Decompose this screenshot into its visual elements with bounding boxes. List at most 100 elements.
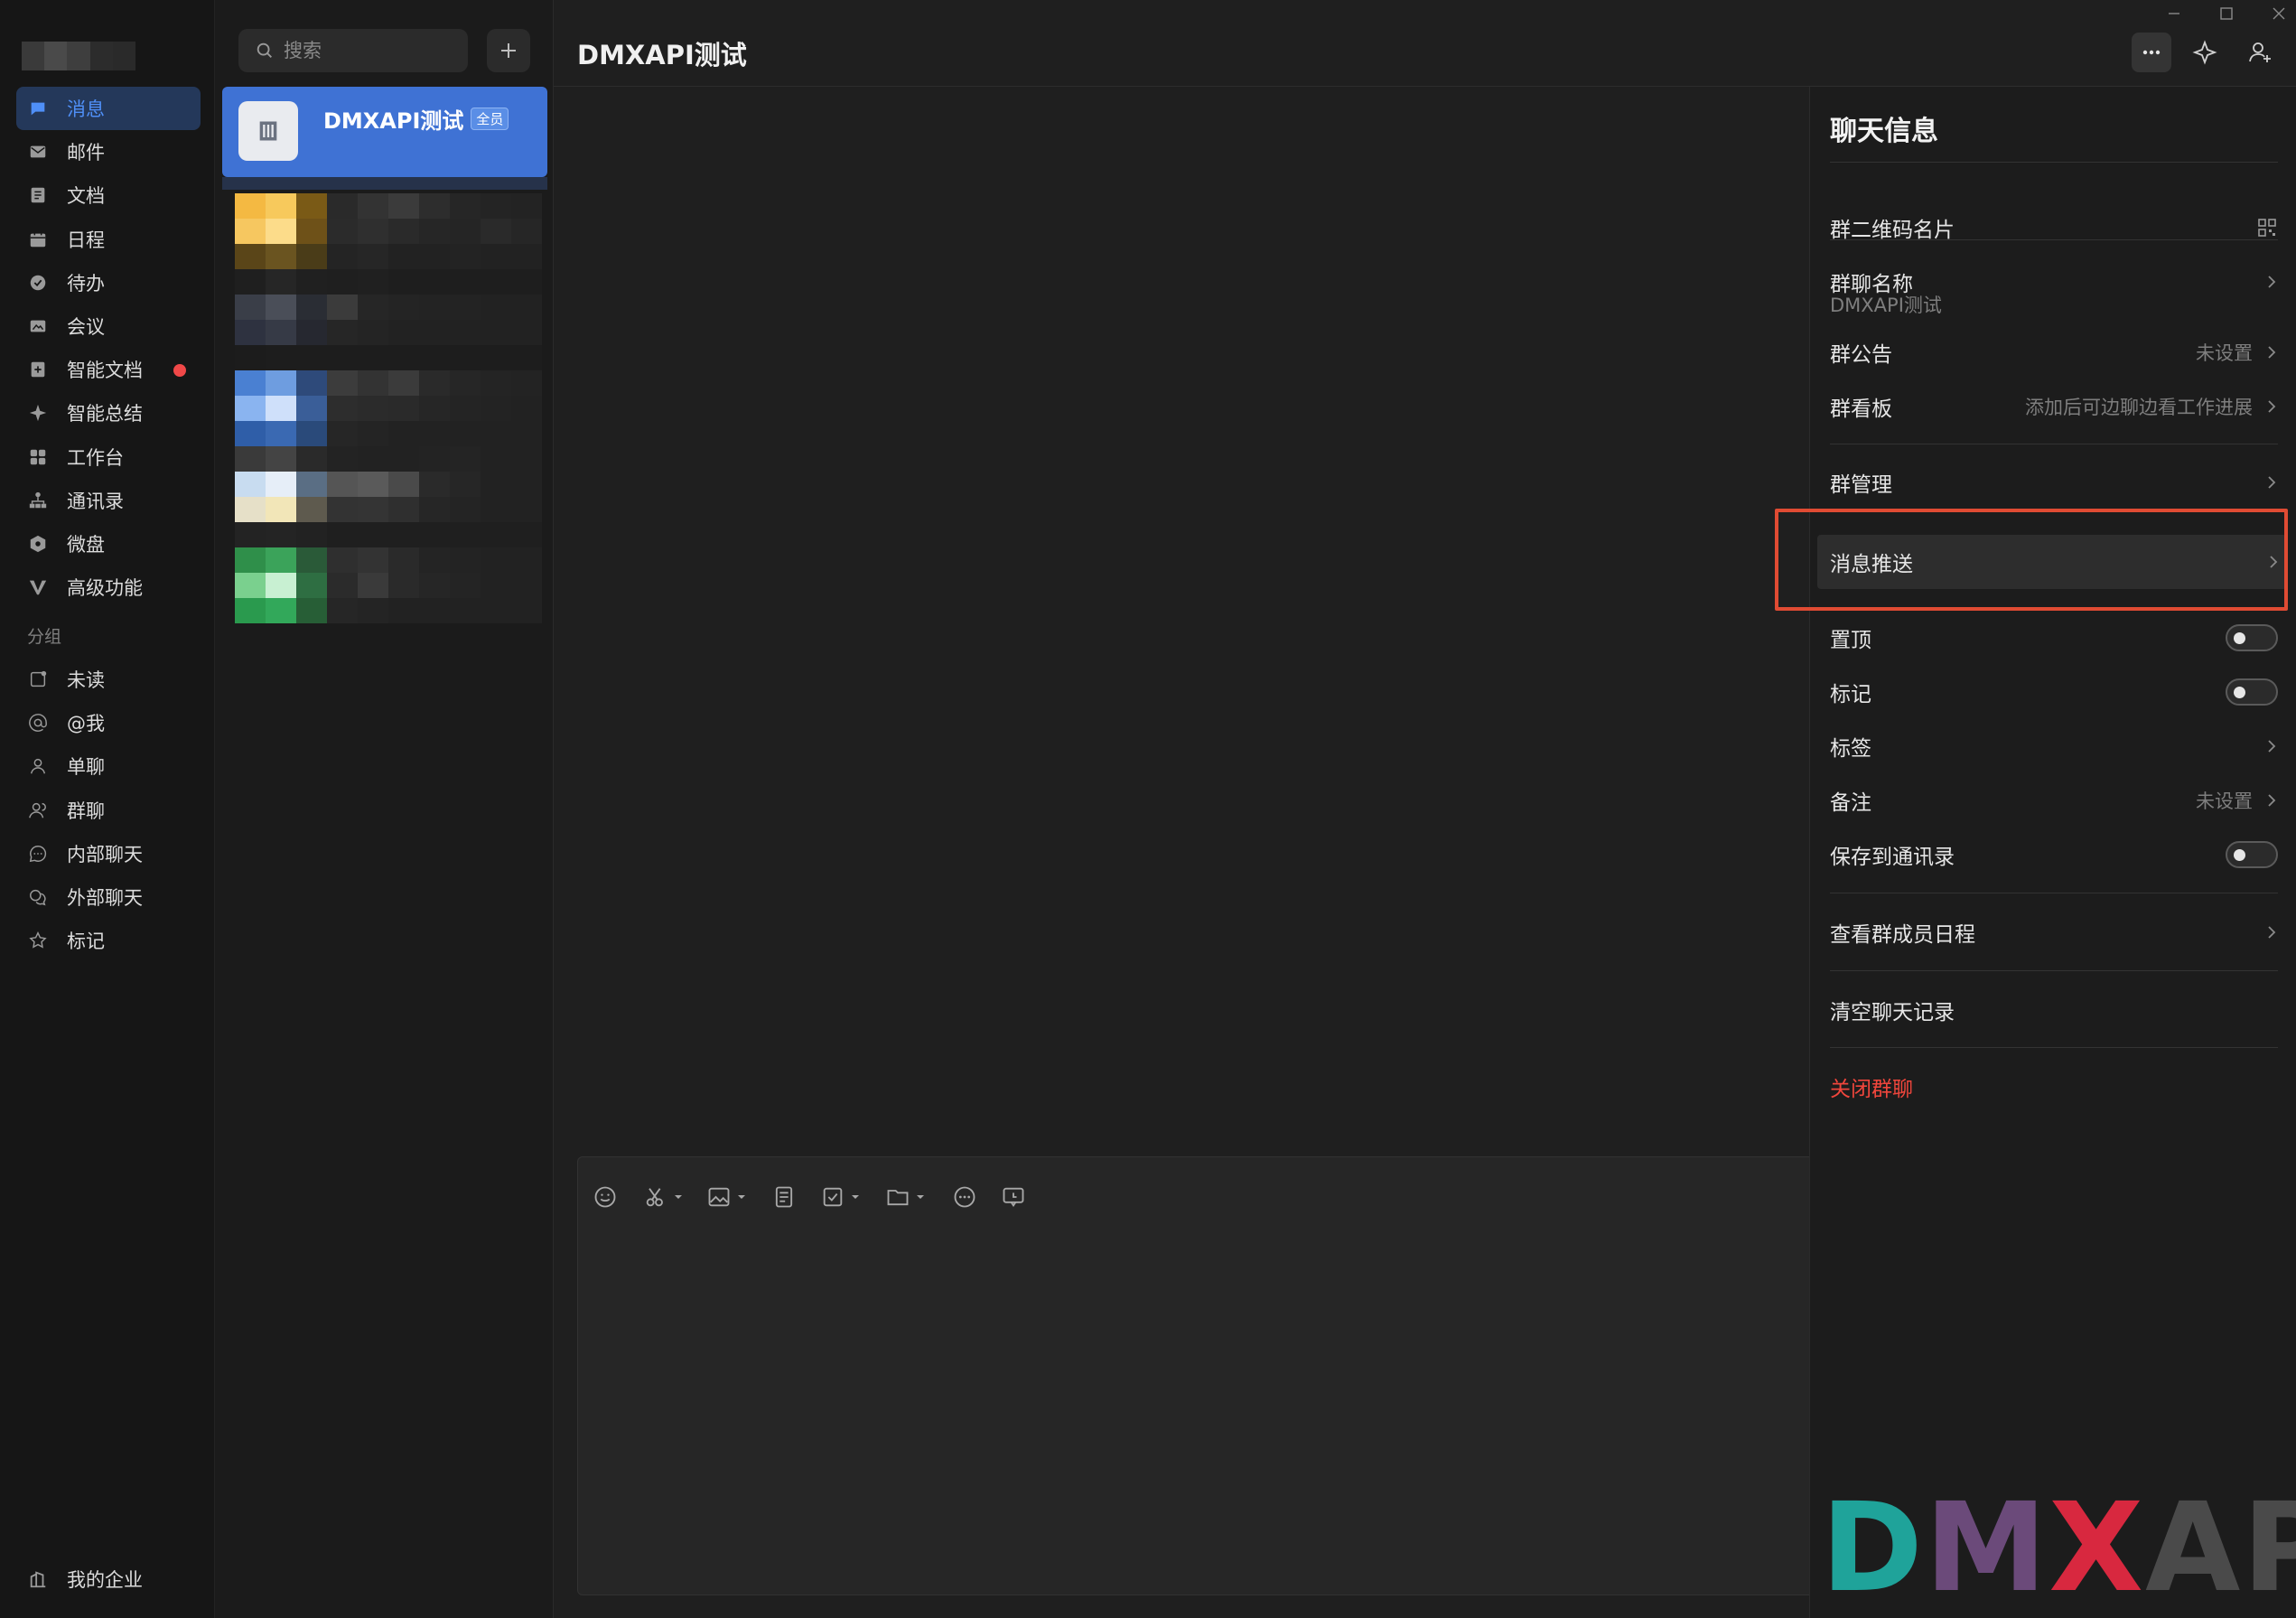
- announcement-value: 未设置: [2196, 342, 2253, 364]
- search-input[interactable]: [284, 40, 455, 61]
- minimize-icon[interactable]: [2166, 5, 2182, 22]
- more-options-button[interactable]: [2132, 33, 2171, 72]
- nav-item-label: 微盘: [67, 534, 105, 556]
- nav-item-mail[interactable]: 邮件: [16, 130, 201, 173]
- doc-button[interactable]: [771, 1183, 797, 1211]
- blurred-pixel: [358, 345, 388, 370]
- blurred-pixel: [358, 522, 388, 547]
- blurred-pixel: [235, 421, 266, 446]
- nav-item-document[interactable]: 文档: [16, 173, 201, 217]
- ai-assistant-button[interactable]: [2185, 33, 2225, 72]
- history-icon: [1003, 1187, 1024, 1208]
- add-member-button[interactable]: [2240, 33, 2280, 72]
- nav-item-unread[interactable]: 未读: [16, 658, 201, 701]
- nav-item-check-circle[interactable]: 待办: [16, 261, 201, 304]
- member-schedule-row[interactable]: 查看群成员日程: [1830, 907, 2278, 958]
- blurred-pixel: [419, 244, 450, 269]
- remark-value: 未设置: [2196, 790, 2253, 812]
- nav-item-label: 内部聊天: [67, 843, 143, 865]
- nav-item-enterprise[interactable]: 我的企业: [16, 1557, 201, 1601]
- nav-item-grid[interactable]: 工作台: [16, 435, 201, 479]
- board-row[interactable]: 群看板 添加后可边聊边看工作进展: [1830, 381, 2278, 432]
- group-icon: [27, 800, 49, 821]
- left-navigation: 消息 邮件 文档 日程 待办 会议 智能文档 智能总结 工作台 通讯录 微盘 高级功能 分组 未读 @我…: [0, 0, 215, 1618]
- nav-item-v[interactable]: 高级功能: [16, 566, 201, 609]
- nav-item-external-chat[interactable]: 外部聊天: [16, 875, 201, 919]
- nav-item-label: 高级功能: [67, 577, 143, 600]
- clear-history-row[interactable]: 清空聊天记录: [1830, 985, 2278, 1035]
- caret-down-icon: [738, 1195, 745, 1199]
- nav-item-at[interactable]: @我: [16, 701, 201, 744]
- save-contacts-toggle[interactable]: [2226, 841, 2278, 868]
- org-chart-icon: [27, 490, 49, 511]
- blurred-pixel: [511, 320, 542, 345]
- todo-button[interactable]: [820, 1183, 860, 1211]
- blurred-preview: [222, 177, 547, 190]
- maximize-icon[interactable]: [2218, 5, 2235, 22]
- all-members-tag: 全员: [471, 108, 509, 130]
- group-avatar: [238, 101, 298, 161]
- blurred-pixel: [481, 446, 511, 472]
- grid-icon: [27, 446, 49, 468]
- blurred-pixel: [511, 269, 542, 295]
- more-button[interactable]: [952, 1183, 977, 1211]
- blurred-pixel: [388, 472, 419, 497]
- divider: [1830, 239, 2278, 240]
- blurred-pixel: [450, 244, 481, 269]
- nav-item-group[interactable]: 群聊: [16, 789, 201, 832]
- board-value: 添加后可边聊边看工作进展: [2025, 397, 2253, 418]
- nav-item-person[interactable]: 单聊: [16, 744, 201, 788]
- user-avatar[interactable]: [22, 42, 136, 70]
- add-button[interactable]: [487, 29, 530, 72]
- image-button[interactable]: [706, 1183, 746, 1211]
- nav-item-sparkle[interactable]: 智能总结: [16, 391, 201, 435]
- chat-main: DMXAPI测试: [554, 0, 2296, 1618]
- blurred-pixel: [327, 320, 358, 345]
- blurred-pixel: [266, 522, 296, 547]
- emoji-button[interactable]: [593, 1183, 618, 1211]
- close-group-row[interactable]: 关闭群聊: [1830, 1062, 2278, 1112]
- blurred-pixel: [481, 193, 511, 219]
- chat-history-button[interactable]: [1001, 1183, 1026, 1211]
- screenshot-button[interactable]: [643, 1183, 683, 1211]
- search-box[interactable]: [238, 29, 468, 72]
- qr-card-row[interactable]: 群二维码名片: [1830, 202, 2278, 253]
- blurred-pixel: [450, 396, 481, 421]
- nav-item-meeting[interactable]: 会议: [16, 304, 201, 348]
- nav-item-org-chart[interactable]: 通讯录: [16, 479, 201, 522]
- nav-item-star[interactable]: 标记: [16, 919, 201, 962]
- blurred-pixel: [235, 573, 266, 598]
- star-icon: [27, 930, 49, 951]
- blurred-pixel: [388, 244, 419, 269]
- chevron-right-icon: [2268, 740, 2276, 753]
- nav-item-chat-bubble[interactable]: 消息: [16, 87, 201, 130]
- folder-button[interactable]: [885, 1183, 925, 1211]
- chevron-right-icon: [2268, 476, 2276, 489]
- blurred-pixel: [481, 219, 511, 244]
- nav-item-cloud-disk[interactable]: 微盘: [16, 522, 201, 566]
- mark-toggle[interactable]: [2226, 678, 2278, 706]
- group-name-row[interactable]: 群聊名称 DMXAPI测试: [1830, 257, 2278, 316]
- group-manage-row[interactable]: 群管理: [1830, 457, 2278, 508]
- blurred-pixel: [481, 244, 511, 269]
- blurred-pixel: [327, 421, 358, 446]
- tag-row[interactable]: 标签: [1830, 721, 2278, 772]
- blurred-pixel: [388, 573, 419, 598]
- blurred-pixel: [327, 472, 358, 497]
- message-composer[interactable]: [577, 1156, 1824, 1595]
- blurred-pixel: [388, 598, 419, 623]
- nav-item-smart-doc[interactable]: 智能文档: [16, 348, 201, 391]
- nav-item-internal-chat[interactable]: 内部聊天: [16, 832, 201, 875]
- document-icon: [27, 184, 49, 206]
- close-icon[interactable]: [2271, 5, 2287, 22]
- cloud-disk-icon: [27, 533, 49, 555]
- blurred-pixel: [388, 320, 419, 345]
- nav-item-label: 外部聊天: [67, 887, 143, 909]
- nav-item-calendar[interactable]: 日程: [16, 218, 201, 261]
- image-icon: [708, 1187, 730, 1207]
- chat-item-selected[interactable]: DMXAPI测试 全员: [222, 87, 547, 177]
- remark-row[interactable]: 备注 未设置: [1830, 775, 2278, 826]
- pin-toggle[interactable]: [2226, 624, 2278, 651]
- building-icon: [259, 121, 277, 141]
- announcement-row[interactable]: 群公告 未设置: [1830, 327, 2278, 378]
